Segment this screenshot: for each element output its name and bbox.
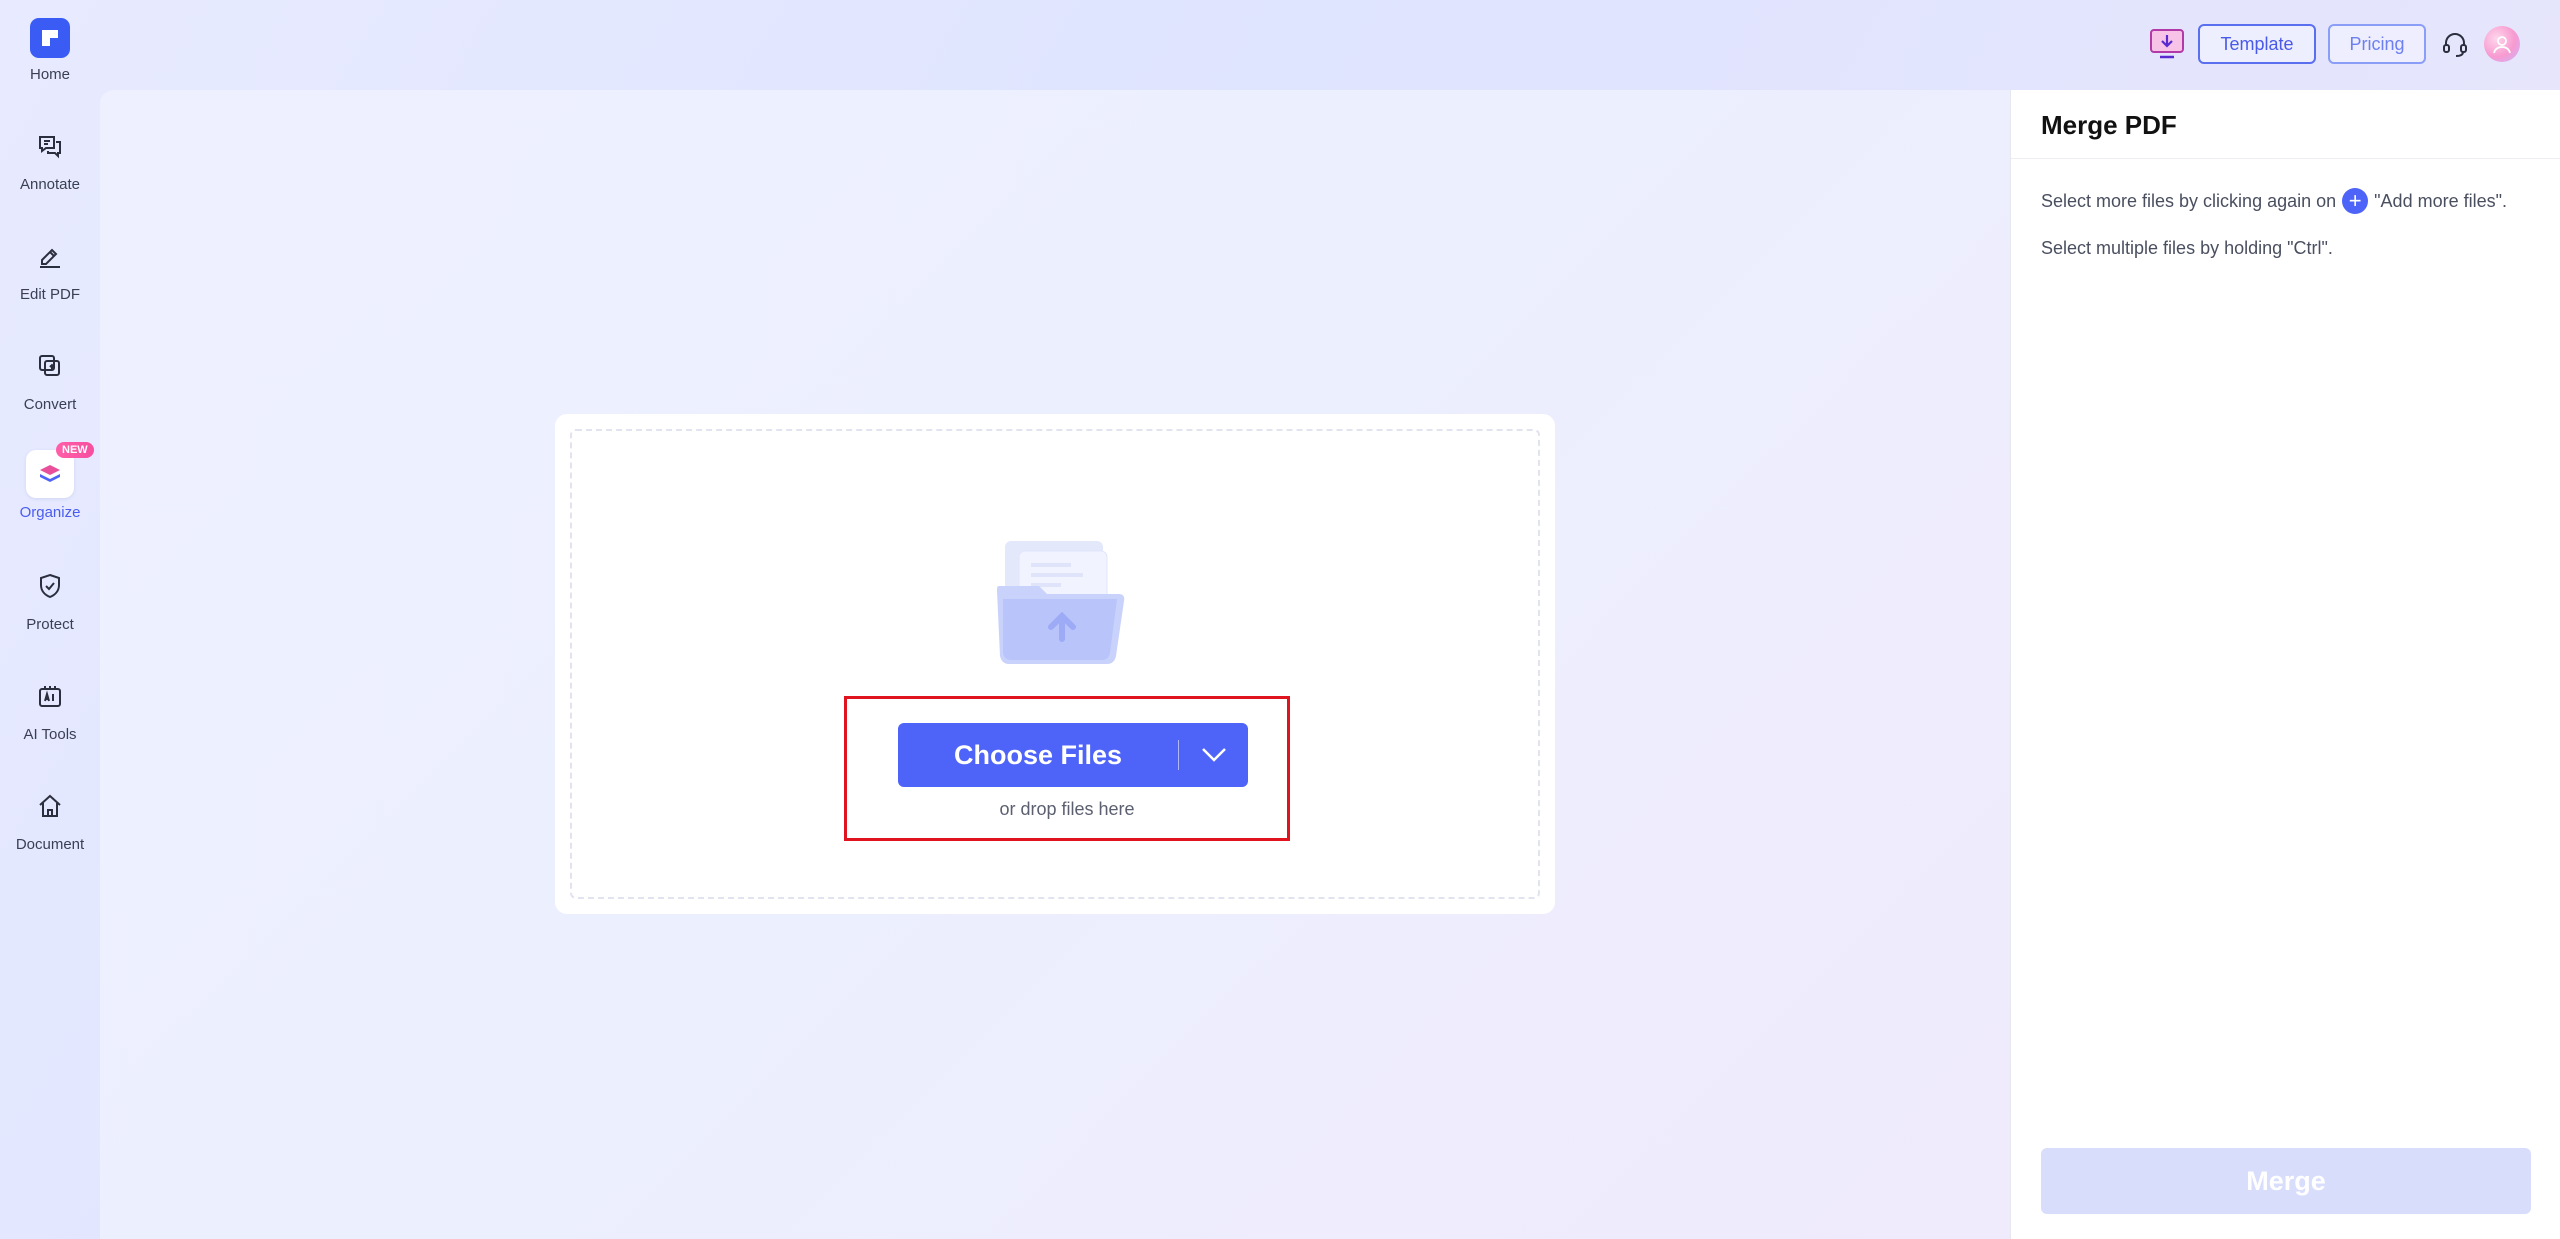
sidebar-item-home[interactable]: Home — [0, 18, 100, 108]
headset-support-icon[interactable] — [2440, 30, 2470, 60]
drop-zone-border: Choose Files or drop files here — [570, 429, 1540, 899]
edit-pdf-icon — [26, 232, 74, 280]
folder-upload-icon — [997, 541, 1127, 666]
pricing-button[interactable]: Pricing — [2328, 24, 2426, 64]
choose-files-button[interactable]: Choose Files — [898, 723, 1248, 787]
new-badge: NEW — [56, 442, 94, 458]
sidebar-item-annotate[interactable]: Annotate — [0, 122, 100, 212]
top-toolbar: Template Pricing — [1960, 24, 2560, 66]
panel-instruction-1: Select more files by clicking again on +… — [2041, 188, 2507, 214]
convert-icon — [26, 342, 74, 390]
drop-hint-text: or drop files here — [999, 799, 1135, 819]
panel-title: Merge PDF — [2041, 110, 2177, 140]
sidebar-label-protect: Protect — [26, 616, 74, 633]
sidebar-label-document: Document — [15, 836, 85, 853]
panel-instruction-2: Select multiple files by holding "Ctrl". — [2041, 238, 2333, 259]
merge-panel: Merge PDF Select more files by clicking … — [2010, 90, 2560, 1239]
instruction-text-after: "Add more files". — [2374, 190, 2507, 211]
instruction-text-before: Select more files by clicking again on — [2041, 190, 2337, 211]
sidebar-label-annotate: Annotate — [19, 176, 81, 193]
download-desktop-icon[interactable] — [2148, 27, 2186, 61]
sidebar-label-edit-pdf: Edit PDF — [19, 286, 80, 303]
chevron-down-icon[interactable] — [1179, 747, 1248, 763]
instruction-text-ctrl: Select multiple files by holding "Ctrl". — [2041, 238, 2333, 258]
sidebar-label-organize: Organize — [19, 504, 81, 521]
ai-tools-icon — [26, 672, 74, 720]
avatar[interactable] — [2484, 26, 2520, 62]
sidebar-item-ai-tools[interactable]: AI Tools — [0, 672, 100, 762]
left-sidebar: Home Annotate Edit PDF Convert NEW Organ… — [0, 0, 100, 1239]
house-icon — [26, 782, 74, 830]
file-drop-zone[interactable]: Choose Files or drop files here — [555, 414, 1555, 914]
sidebar-item-organize[interactable]: NEW Organize — [0, 442, 100, 540]
annotate-icon — [26, 122, 74, 170]
plus-icon: + — [2342, 188, 2369, 214]
sidebar-item-convert[interactable]: Convert — [0, 342, 100, 432]
panel-divider — [2011, 158, 2560, 159]
sidebar-item-edit-pdf[interactable]: Edit PDF — [0, 232, 100, 322]
shield-icon — [26, 562, 74, 610]
sidebar-label-home: Home — [29, 66, 70, 83]
main-workspace: Choose Files or drop files here — [100, 90, 2010, 1239]
sidebar-item-document[interactable]: Document — [0, 782, 100, 872]
sidebar-label-ai-tools: AI Tools — [23, 726, 77, 743]
sidebar-item-protect[interactable]: Protect — [0, 562, 100, 652]
merge-button[interactable]: Merge — [2041, 1148, 2531, 1214]
sidebar-label-convert: Convert — [23, 396, 77, 413]
template-button[interactable]: Template — [2198, 24, 2316, 64]
upload-highlight-box: Choose Files or drop files here — [844, 696, 1290, 841]
app-logo-icon — [30, 18, 70, 58]
choose-files-label: Choose Files — [953, 739, 1123, 770]
